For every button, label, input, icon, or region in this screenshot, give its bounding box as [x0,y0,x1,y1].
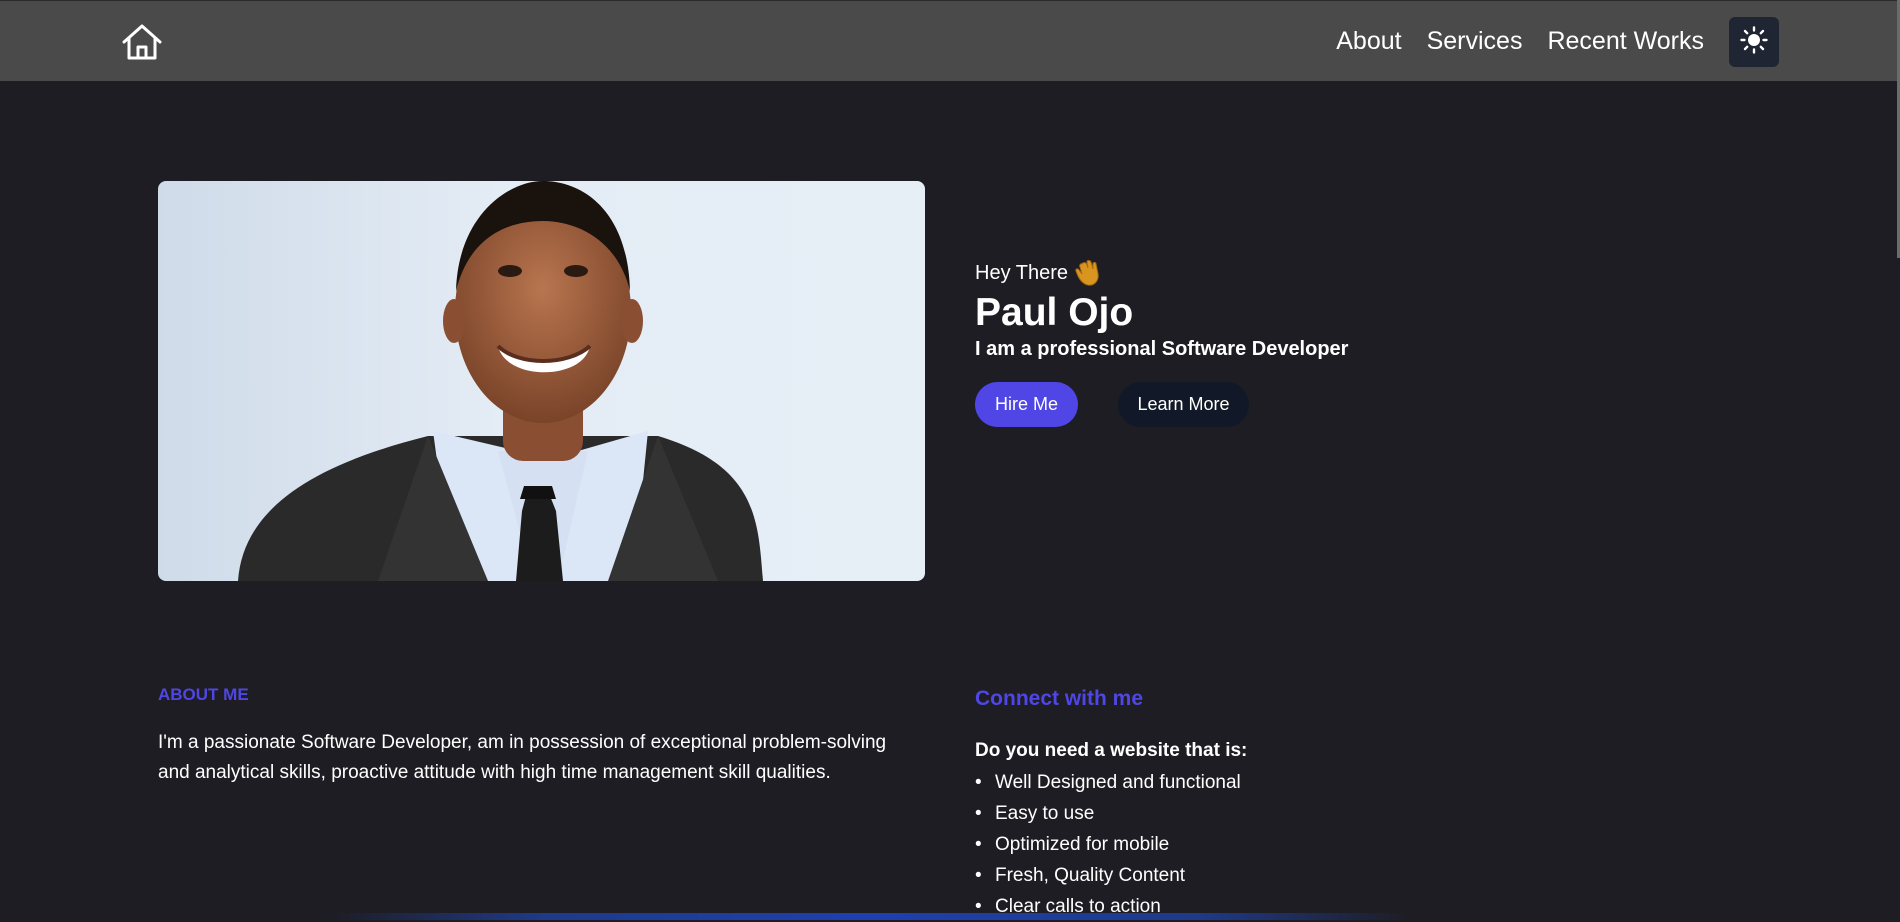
waving-hand-icon [1074,258,1104,288]
list-item: Fresh, Quality Content [975,860,1241,891]
hero-name: Paul Ojo [975,291,1134,334]
connect-feature-list: Well Designed and functional Easy to use… [975,767,1241,922]
bottom-glow-divider [330,913,1410,920]
list-item: Easy to use [975,798,1241,829]
hire-me-button[interactable]: Hire Me [975,382,1078,427]
nav-link-recent-works[interactable]: Recent Works [1547,27,1704,56]
greeting: Hey There [975,258,1348,288]
connect-heading: Connect with me [975,687,1144,710]
home-icon[interactable] [121,23,163,61]
about-text: I'm a passionate Software Developer, am … [158,732,887,783]
list-item: Optimized for mobile [975,829,1241,860]
portrait-photo [158,181,925,581]
nav-link-about[interactable]: About [1336,27,1401,56]
about-heading: ABOUT ME [158,685,249,704]
hero-role: I am a professional Software Developer [975,338,1349,360]
learn-more-button[interactable]: Learn More [1118,382,1249,427]
greeting-text: Hey There [975,261,1069,284]
list-item: Well Designed and functional [975,767,1241,798]
theme-toggle-button[interactable] [1729,17,1779,67]
hero-intro: Hey There Paul Ojo I am a professional S… [975,258,1348,427]
nav-links: About Services Recent Works [1311,1,1704,82]
sun-icon [1740,25,1768,59]
top-navbar: About Services Recent Works [0,0,1900,81]
nav-link-services[interactable]: Services [1427,27,1523,56]
connect-question: Do you need a website that is: [975,740,1248,761]
hero-buttons: Hire Me Learn More [975,382,1348,427]
